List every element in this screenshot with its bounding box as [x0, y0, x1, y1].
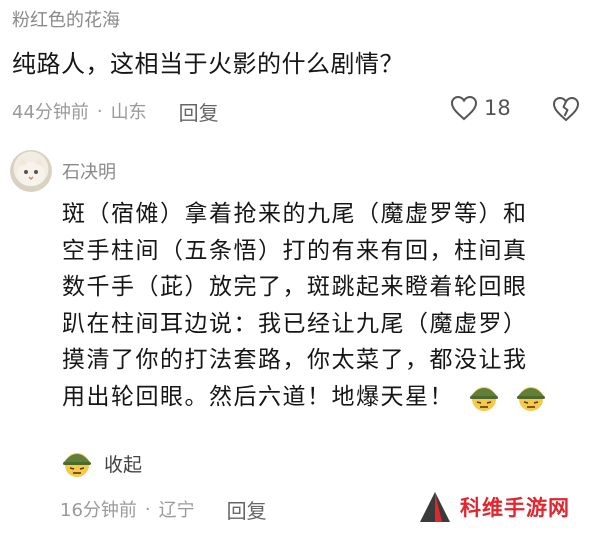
- comment-text: 纯路人，这相当于火影的什么剧情？: [12, 50, 404, 78]
- comment-author-name[interactable]: 粉红色的花海: [12, 6, 120, 32]
- reply-text-line-last: 用出轮回眼。然后六道！地爆天星！: [62, 379, 582, 416]
- reply-author-name[interactable]: 石决明: [62, 158, 116, 184]
- separator-dot: ·: [144, 498, 151, 520]
- cat-avatar-icon: [17, 157, 45, 186]
- reply-text: 斑（宿傩）拿着抢来的九尾（魔虚罗等）和 空手柱间（五条悟）打的有来有回，柱间真 …: [62, 196, 582, 415]
- soldier-helmet-emoji-icon: [63, 453, 91, 477]
- watermark-logo-icon: [420, 492, 450, 522]
- reply-text-line: 斑（宿傩）拿着抢来的九尾（魔虚罗等）和: [62, 201, 528, 227]
- comment-location: 山东: [110, 102, 147, 123]
- reply-button[interactable]: 回复: [227, 495, 267, 524]
- reply-time: 16分钟前: [60, 500, 137, 521]
- reply-text-line: 用出轮回眼。然后六道！地爆天星！: [62, 383, 454, 410]
- avatar[interactable]: [10, 150, 52, 192]
- collapse-button[interactable]: 收起: [60, 448, 142, 478]
- heart-outline-icon: [450, 95, 478, 121]
- reply-text-line: 数千手（茈）放完了，斑跳起来瞪着轮回眼: [62, 274, 528, 300]
- reply-location: 辽宁: [158, 500, 195, 521]
- watermark-text: 科维手游网: [460, 496, 570, 520]
- like-button[interactable]: 18: [450, 95, 511, 121]
- separator-dot: ·: [96, 100, 103, 122]
- dislike-button[interactable]: [552, 96, 580, 126]
- comment-meta: 44分钟前 · 山东 回复: [12, 96, 219, 126]
- comment-time: 44分钟前: [12, 102, 89, 123]
- like-count: 18: [484, 96, 511, 120]
- reply-text-line: 摸清了你的打法套路，你太菜了，都没让我: [62, 347, 528, 373]
- reply-button[interactable]: 回复: [179, 97, 219, 126]
- soldier-helmet-emoji-icon: [469, 387, 498, 411]
- reply-text-line: 趴在柱间耳边说：我已经让九尾（魔虚罗）: [62, 310, 528, 337]
- reply-meta: 16分钟前 · 辽宁 回复: [60, 494, 267, 524]
- watermark: 科维手游网: [418, 490, 570, 524]
- soldier-helmet-emoji-icon: [516, 387, 545, 411]
- broken-heart-icon: [552, 96, 580, 122]
- reply-text-line: 空手柱间（五条悟）打的有来有回，柱间真: [62, 237, 528, 264]
- collapse-label: 收起: [104, 453, 143, 476]
